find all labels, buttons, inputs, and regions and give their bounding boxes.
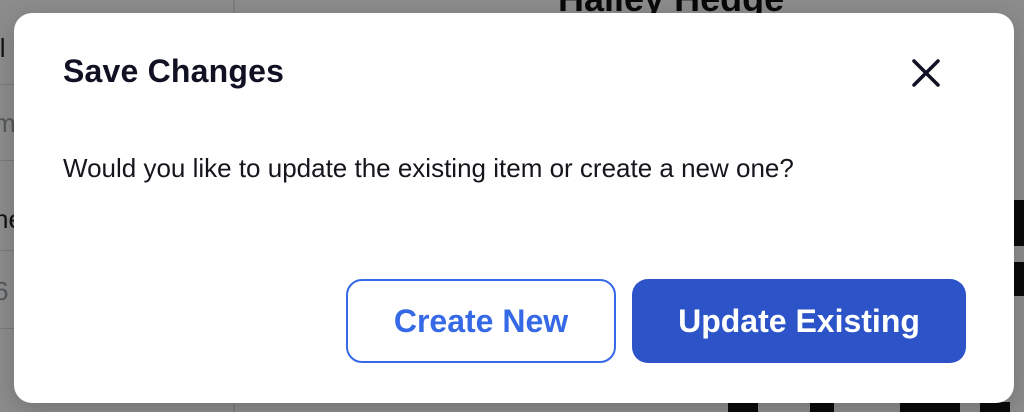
save-changes-dialog: Save Changes Would you like to update th…: [14, 13, 1014, 403]
create-new-button[interactable]: Create New: [346, 279, 616, 363]
close-icon: [912, 59, 940, 87]
close-button[interactable]: [904, 51, 948, 95]
update-existing-button[interactable]: Update Existing: [632, 279, 966, 363]
dialog-message: Would you like to update the existing it…: [63, 153, 794, 183]
dialog-title: Save Changes: [63, 53, 285, 89]
